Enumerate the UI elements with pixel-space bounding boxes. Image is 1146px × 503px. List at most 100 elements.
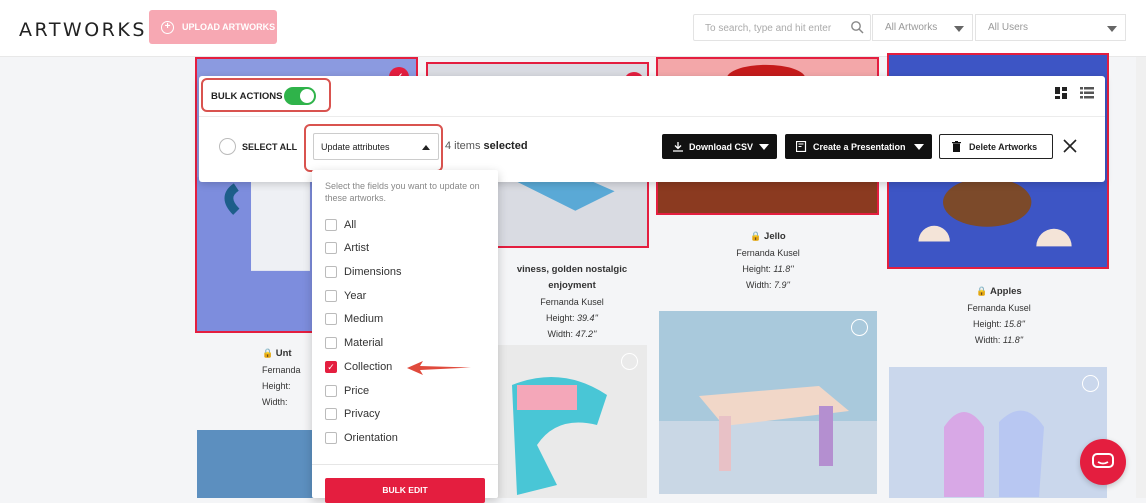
chevron-down-icon xyxy=(914,144,924,150)
artwork-title: Unt xyxy=(275,348,292,359)
upload-artworks-button[interactable]: + UPLOAD ARTWORKS xyxy=(149,10,277,44)
artwork-card[interactable] xyxy=(889,367,1107,498)
chat-icon xyxy=(1092,453,1114,468)
delete-artworks-label: Delete Artworks xyxy=(969,141,1038,152)
bulk-edit-button[interactable]: BULK EDIT xyxy=(325,478,485,503)
artworks-filter-select[interactable]: All Artworks xyxy=(872,14,973,41)
artwork-caption: 🔒 Jello Fernanda Kusel Height: 11.8'' Wi… xyxy=(706,228,830,293)
chevron-down-icon xyxy=(954,26,964,32)
artwork-card[interactable] xyxy=(497,345,647,498)
artwork-title: Jello xyxy=(764,231,786,242)
option-price[interactable]: Price xyxy=(325,385,369,397)
select-circle[interactable] xyxy=(851,319,868,336)
create-presentation-label: Create a Presentation xyxy=(813,141,906,152)
search-icon[interactable] xyxy=(850,20,864,34)
checkbox[interactable] xyxy=(325,432,337,444)
artwork-width-label: Width: xyxy=(547,329,574,339)
search-placeholder: To search, type and hit enter xyxy=(705,23,832,34)
checkbox[interactable] xyxy=(325,385,337,397)
checkbox-checked[interactable]: ✓ xyxy=(325,361,337,373)
artwork-height-label: Height: xyxy=(742,264,771,274)
option-collection[interactable]: ✓ Collection xyxy=(325,361,392,373)
annotation-arrow-icon xyxy=(407,361,471,375)
checkbox[interactable] xyxy=(325,337,337,349)
option-privacy[interactable]: Privacy xyxy=(325,408,380,420)
plus-icon: + xyxy=(161,20,174,34)
close-icon[interactable] xyxy=(1063,139,1077,153)
artwork-title: Apples xyxy=(990,286,1022,297)
create-presentation-button[interactable]: Create a Presentation xyxy=(785,134,932,159)
selected-word: selected xyxy=(483,140,528,152)
checkbox[interactable] xyxy=(325,219,337,231)
option-label: Privacy xyxy=(344,408,381,420)
checkbox[interactable] xyxy=(325,408,337,420)
option-material[interactable]: Material xyxy=(325,337,383,349)
delete-artworks-button[interactable]: Delete Artworks xyxy=(939,134,1053,159)
presentation-icon xyxy=(796,141,807,152)
artwork-artist: Fernanda Kusel xyxy=(967,303,1031,313)
artwork-image xyxy=(197,430,314,498)
option-year[interactable]: Year xyxy=(325,290,366,302)
artwork-height: 39.4'' xyxy=(577,313,598,323)
upload-label: UPLOAD ARTWORKS xyxy=(182,22,276,32)
scrollbar[interactable] xyxy=(1136,57,1146,498)
download-csv-label: Download CSV xyxy=(689,141,754,152)
chevron-down-icon xyxy=(759,144,769,150)
artwork-width-label: Width: xyxy=(746,280,772,290)
artwork-title: viness, golden nostalgic enjoyment xyxy=(516,264,628,291)
option-orientation[interactable]: Orientation xyxy=(325,432,398,444)
option-dimensions[interactable]: Dimensions xyxy=(325,266,401,278)
option-label: Dimensions xyxy=(344,266,402,278)
divider xyxy=(312,464,498,465)
attributes-dropdown: Select the fields you want to update on … xyxy=(312,170,498,503)
select-all-radio[interactable] xyxy=(219,138,236,155)
dropdown-help-text: Select the fields you want to update on … xyxy=(325,181,480,203)
artwork-artist: Fernanda Kusel xyxy=(736,248,800,258)
artwork-caption: 🔒 Apples Fernanda Kusel Height: 15.8'' W… xyxy=(937,283,1061,348)
artwork-width: 47.2'' xyxy=(575,329,597,339)
annotation-highlight-attribute-select xyxy=(304,124,443,172)
artworks-filter-value: All Artworks xyxy=(885,22,938,33)
selected-count: 4 items xyxy=(445,140,481,152)
grid-view-icon[interactable] xyxy=(1055,87,1067,99)
artwork-height: 11.8'' xyxy=(773,264,794,274)
download-csv-button[interactable]: Download CSV xyxy=(662,134,777,159)
option-medium[interactable]: Medium xyxy=(325,313,383,325)
option-label: Collection xyxy=(344,361,393,373)
artwork-card[interactable] xyxy=(659,311,877,494)
annotation-highlight-bulk-toggle xyxy=(201,78,331,112)
option-label: Material xyxy=(344,337,384,349)
chat-button[interactable] xyxy=(1080,439,1126,485)
artwork-width: 11.8'' xyxy=(1002,335,1024,345)
option-label: Year xyxy=(344,290,367,302)
select-circle[interactable] xyxy=(1082,375,1099,392)
checkbox[interactable] xyxy=(325,290,337,302)
option-label: Price xyxy=(344,385,370,397)
artwork-card[interactable] xyxy=(197,430,314,498)
artwork-height-label: Height: xyxy=(546,313,575,323)
users-filter-value: All Users xyxy=(988,22,1029,33)
select-circle[interactable] xyxy=(621,353,638,370)
option-label: Medium xyxy=(344,313,384,325)
select-all-control[interactable]: SELECT ALL xyxy=(219,138,297,155)
checkbox[interactable] xyxy=(325,313,337,325)
artwork-caption: viness, golden nostalgic enjoyment Ferna… xyxy=(492,262,652,342)
artwork-height: 15.8'' xyxy=(1004,319,1025,329)
lock-icon: 🔒 xyxy=(262,348,274,358)
users-filter-select[interactable]: All Users xyxy=(975,14,1126,41)
list-view-icon[interactable] xyxy=(1080,87,1094,99)
top-bar: ARTWORKS + UPLOAD ARTWORKS To search, ty… xyxy=(0,0,1146,57)
artwork-image xyxy=(659,311,877,494)
search-input[interactable]: To search, type and hit enter xyxy=(693,14,871,41)
artwork-image xyxy=(889,367,1107,498)
option-all[interactable]: All xyxy=(325,219,356,231)
option-artist[interactable]: Artist xyxy=(325,242,369,254)
divider xyxy=(199,116,1105,117)
checkbox[interactable] xyxy=(325,242,337,254)
artwork-height-label: Height: xyxy=(973,319,1002,329)
checkbox[interactable] xyxy=(325,266,337,278)
select-all-label: SELECT ALL xyxy=(242,141,298,152)
chevron-down-icon xyxy=(1107,26,1117,32)
download-icon xyxy=(673,141,683,152)
lock-icon: 🔒 xyxy=(976,286,988,296)
